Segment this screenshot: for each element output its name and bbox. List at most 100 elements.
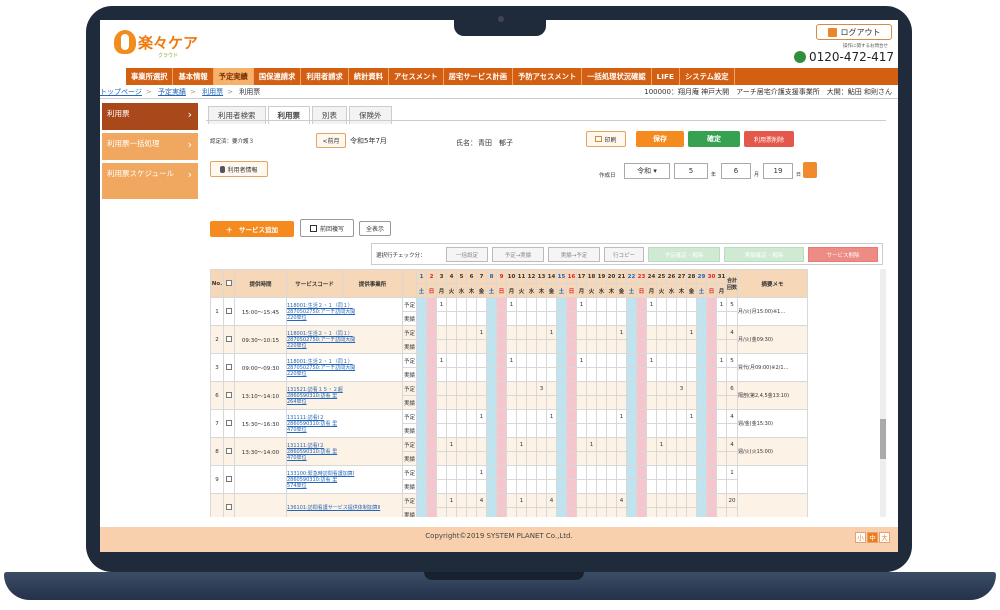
actual-cell[interactable]: [676, 367, 687, 382]
plan-cell[interactable]: [516, 409, 527, 424]
actual-cell[interactable]: [616, 451, 627, 466]
plan-cell[interactable]: [626, 465, 637, 480]
plan-cell[interactable]: 1: [516, 493, 527, 508]
bulk-set-button[interactable]: 一括設定: [446, 247, 488, 262]
actual-cell[interactable]: [506, 479, 517, 494]
plan-cell[interactable]: [626, 409, 637, 424]
plan-cell[interactable]: [636, 381, 647, 396]
actual-cell[interactable]: [576, 367, 587, 382]
plan-cell[interactable]: [596, 493, 607, 508]
nav-item[interactable]: 一括処理状況確認: [582, 68, 652, 85]
actual-cell[interactable]: [556, 479, 567, 494]
actual-cell[interactable]: [646, 507, 657, 517]
logo[interactable]: 楽々ケア: [114, 30, 198, 54]
actual-cell[interactable]: [656, 311, 667, 326]
actual-cell[interactable]: [576, 507, 587, 517]
plan-cell[interactable]: [456, 437, 467, 452]
actual-to-plan-button[interactable]: 実績→予定: [548, 247, 600, 262]
actual-cell[interactable]: [466, 339, 477, 354]
actual-cell[interactable]: [426, 311, 437, 326]
plan-cell[interactable]: [696, 353, 707, 368]
actual-cell[interactable]: [546, 367, 557, 382]
plan-cell[interactable]: [686, 493, 697, 508]
plan-cell[interactable]: [416, 493, 427, 508]
actual-cell[interactable]: [626, 451, 637, 466]
plan-cell[interactable]: [416, 465, 427, 480]
plan-cell[interactable]: [416, 353, 427, 368]
plan-cell[interactable]: [706, 437, 717, 452]
plan-cell[interactable]: [526, 297, 537, 312]
actual-cell[interactable]: [536, 423, 547, 438]
actual-cell[interactable]: [516, 395, 527, 410]
plan-cell[interactable]: [606, 325, 617, 340]
plan-cell[interactable]: [616, 381, 627, 396]
actual-cell[interactable]: [436, 311, 447, 326]
plan-cell[interactable]: [456, 325, 467, 340]
actual-cell[interactable]: [476, 395, 487, 410]
actual-cell[interactable]: [596, 479, 607, 494]
plan-cell[interactable]: [436, 493, 447, 508]
actual-cell[interactable]: [616, 479, 627, 494]
plan-cell[interactable]: [546, 353, 557, 368]
plan-cell[interactable]: [706, 465, 717, 480]
actual-cell[interactable]: [586, 339, 597, 354]
plan-cell[interactable]: [586, 409, 597, 424]
actual-cell[interactable]: [586, 311, 597, 326]
plan-cell[interactable]: [666, 409, 677, 424]
plan-cell[interactable]: [456, 353, 467, 368]
plan-cell[interactable]: [496, 493, 507, 508]
plan-cell[interactable]: [566, 297, 577, 312]
plan-cell[interactable]: [646, 493, 657, 508]
row-checkbox[interactable]: [226, 335, 232, 342]
actual-cell[interactable]: [646, 423, 657, 438]
actual-cell[interactable]: [426, 339, 437, 354]
plan-cell[interactable]: [616, 465, 627, 480]
plan-cell[interactable]: [496, 409, 507, 424]
plan-cell[interactable]: [576, 381, 587, 396]
actual-cell[interactable]: [416, 479, 427, 494]
plan-cell[interactable]: [566, 381, 577, 396]
plan-cell[interactable]: [706, 409, 717, 424]
actual-cell[interactable]: [536, 311, 547, 326]
sidebar-item-ticket[interactable]: 利用票: [102, 103, 198, 130]
service-code[interactable]: 136101:訪問看護サービス提供体制加算Ⅱ: [288, 505, 402, 511]
actual-cell[interactable]: [546, 479, 557, 494]
plan-cell[interactable]: [606, 381, 617, 396]
actual-cell[interactable]: [416, 507, 427, 517]
actual-cell[interactable]: [506, 507, 517, 517]
actual-cell[interactable]: [696, 395, 707, 410]
plan-cell[interactable]: [426, 465, 437, 480]
plan-cell[interactable]: [696, 297, 707, 312]
plan-cell[interactable]: [656, 409, 667, 424]
actual-cell[interactable]: [626, 395, 637, 410]
actual-cell[interactable]: [556, 311, 567, 326]
actual-cell[interactable]: [636, 479, 647, 494]
actual-cell[interactable]: [516, 311, 527, 326]
breadcrumb-top[interactable]: トップページ: [100, 88, 142, 96]
plan-cell[interactable]: 1: [436, 297, 447, 312]
actual-cell[interactable]: [596, 507, 607, 517]
plan-cell[interactable]: [616, 297, 627, 312]
plan-cell[interactable]: [696, 325, 707, 340]
actual-cell[interactable]: [456, 479, 467, 494]
actual-cell[interactable]: [656, 479, 667, 494]
actual-cell[interactable]: [516, 423, 527, 438]
actual-cell[interactable]: [676, 311, 687, 326]
nav-item[interactable]: 予防アセスメント: [513, 68, 583, 85]
row-service[interactable]: 131111:訪看Ⅰ２ 2860590310:訪看 里 470単位: [286, 409, 403, 438]
plan-cell[interactable]: [526, 353, 537, 368]
plan-cell[interactable]: [636, 353, 647, 368]
save-button[interactable]: 保存: [636, 131, 684, 147]
plan-cell[interactable]: [516, 353, 527, 368]
actual-cell[interactable]: [556, 395, 567, 410]
plan-cell[interactable]: 3: [536, 381, 547, 396]
plan-cell[interactable]: 1: [656, 437, 667, 452]
actual-cell[interactable]: [486, 367, 497, 382]
actual-cell[interactable]: [706, 451, 717, 466]
plan-cell[interactable]: 1: [586, 437, 597, 452]
actual-cell[interactable]: [466, 367, 477, 382]
actual-cell[interactable]: [606, 367, 617, 382]
plan-cell[interactable]: [716, 325, 727, 340]
plan-cell[interactable]: [486, 409, 497, 424]
plan-cell[interactable]: [716, 409, 727, 424]
